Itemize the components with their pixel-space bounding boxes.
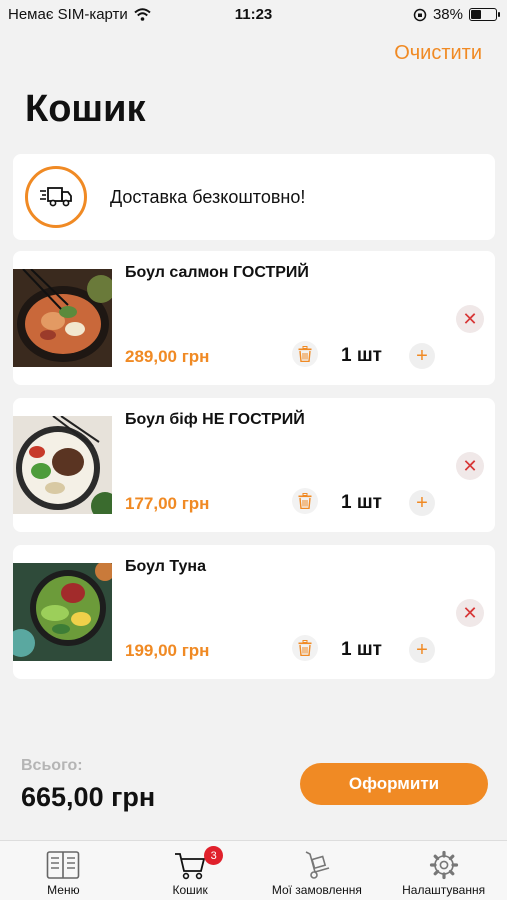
trash-icon bbox=[298, 346, 312, 362]
item-quantity: 1 шт bbox=[341, 345, 382, 366]
item-price: 177,00 грн bbox=[125, 494, 210, 513]
tab-my-orders[interactable]: Мої замовлення bbox=[254, 841, 381, 900]
delivery-text: Доставка безкоштовно! bbox=[110, 187, 306, 207]
increase-quantity-button[interactable]: + bbox=[409, 343, 435, 369]
item-image bbox=[13, 563, 112, 661]
delete-item-button[interactable] bbox=[292, 635, 318, 661]
item-name: Боул біф НЕ ГОСТРИЙ bbox=[125, 411, 305, 428]
cart-item: Боул Туна 199,00 грн 1 шт + ✕ bbox=[13, 545, 495, 679]
cart-item: Боул біф НЕ ГОСТРИЙ 177,00 грн 1 шт + ✕ bbox=[13, 398, 495, 532]
delivery-banner: Доставка безкоштовно! bbox=[13, 154, 495, 240]
increase-quantity-button[interactable]: + bbox=[409, 637, 435, 663]
remove-item-button[interactable]: ✕ bbox=[456, 599, 484, 627]
plus-icon: + bbox=[416, 491, 428, 514]
menu-book-icon bbox=[46, 848, 80, 882]
cart-icon: 3 bbox=[173, 846, 224, 882]
tab-cart[interactable]: 3 Кошик bbox=[127, 841, 254, 900]
tab-label: Меню bbox=[47, 883, 80, 897]
delete-item-button[interactable] bbox=[292, 341, 318, 367]
gear-icon bbox=[429, 848, 459, 882]
item-price: 199,00 грн bbox=[125, 641, 210, 660]
item-price: 289,00 грн bbox=[125, 347, 210, 366]
orientation-lock-icon bbox=[413, 8, 427, 21]
status-bar: Немає SIM-карти 11:23 38% bbox=[0, 0, 507, 30]
tab-bar: Меню 3 Кошик Мої замовлення Налаштування bbox=[0, 840, 507, 900]
battery-percent: 38% bbox=[432, 6, 463, 23]
plus-icon: + bbox=[416, 344, 428, 367]
item-image bbox=[13, 416, 112, 514]
tab-label: Мої замовлення bbox=[271, 883, 362, 897]
trash-icon bbox=[298, 640, 312, 656]
close-icon: ✕ bbox=[462, 455, 478, 476]
remove-item-button[interactable]: ✕ bbox=[456, 305, 484, 333]
increase-quantity-button[interactable]: + bbox=[409, 490, 435, 516]
page-title: Кошик bbox=[25, 88, 146, 130]
hand-truck-icon bbox=[302, 848, 332, 882]
checkout-button[interactable]: Оформити bbox=[300, 763, 488, 805]
battery-icon bbox=[469, 8, 500, 21]
delivery-icon-ring bbox=[25, 166, 87, 228]
clear-cart-button[interactable]: Очистити bbox=[394, 42, 482, 65]
cart-badge: 3 bbox=[204, 846, 224, 865]
battery-fill bbox=[471, 10, 481, 19]
cart-item: Боул салмон ГОСТРИЙ 289,00 грн 1 шт + ✕ bbox=[13, 251, 495, 385]
delete-item-button[interactable] bbox=[292, 488, 318, 514]
close-icon: ✕ bbox=[462, 602, 478, 623]
total-label: Всього: bbox=[21, 757, 83, 774]
delivery-truck-icon bbox=[40, 187, 72, 207]
item-image bbox=[13, 269, 112, 367]
item-name: Боул Туна bbox=[125, 558, 206, 575]
close-icon: ✕ bbox=[462, 308, 478, 329]
trash-icon bbox=[298, 493, 312, 509]
tab-menu[interactable]: Меню bbox=[0, 841, 127, 900]
item-name: Боул салмон ГОСТРИЙ bbox=[125, 264, 309, 281]
item-quantity: 1 шт bbox=[341, 639, 382, 660]
remove-item-button[interactable]: ✕ bbox=[456, 452, 484, 480]
tab-label: Налаштування bbox=[402, 883, 486, 897]
tab-label: Кошик bbox=[172, 883, 208, 897]
plus-icon: + bbox=[416, 638, 428, 661]
status-right: 38% bbox=[413, 6, 500, 23]
total-value: 665,00 грн bbox=[21, 782, 156, 812]
item-quantity: 1 шт bbox=[341, 492, 382, 513]
tab-settings[interactable]: Налаштування bbox=[380, 841, 507, 900]
